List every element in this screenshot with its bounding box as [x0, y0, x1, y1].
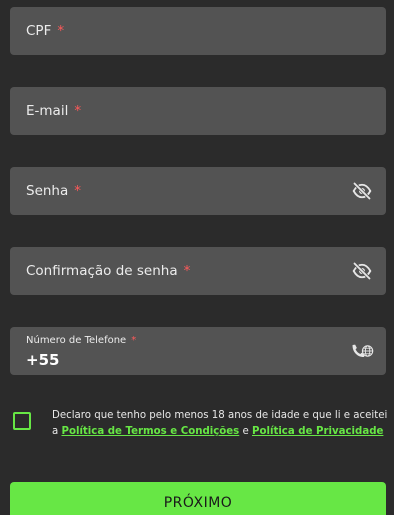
cpf-field[interactable]: CPF *	[10, 7, 386, 55]
cpf-label: CPF *	[26, 23, 65, 39]
required-mark: *	[74, 103, 82, 119]
required-mark: *	[183, 263, 191, 279]
signup-form: CPF * E-mail * Senha * Confirmação de senha…	[0, 0, 394, 515]
password-confirm-field[interactable]: Confirmação de senha *	[10, 247, 386, 295]
eye-off-icon[interactable]	[352, 181, 372, 201]
consent-text: Declaro que tenho pelo menos 18 anos de …	[52, 410, 388, 437]
next-button[interactable]: PRÓXIMO	[10, 482, 386, 515]
required-mark: *	[131, 335, 137, 346]
password-field[interactable]: Senha *	[10, 167, 386, 215]
age-consent-checkbox[interactable]	[13, 412, 31, 430]
phone-label: Número de Telefone *	[26, 335, 137, 346]
password-label: Senha *	[26, 183, 82, 199]
phone-field[interactable]: Número de Telefone * +55	[10, 327, 386, 375]
email-field[interactable]: E-mail *	[10, 87, 386, 135]
password-confirm-label: Confirmação de senha *	[26, 263, 191, 279]
privacy-link[interactable]: Política de Privacidade	[252, 426, 383, 437]
email-label: E-mail *	[26, 103, 82, 119]
required-mark: *	[74, 183, 82, 199]
country-code: +55	[26, 351, 60, 369]
phone-globe-icon	[352, 344, 374, 358]
required-mark: *	[57, 23, 65, 39]
terms-link[interactable]: Política de Termos e Condições	[61, 426, 239, 437]
eye-off-icon[interactable]	[352, 261, 372, 281]
